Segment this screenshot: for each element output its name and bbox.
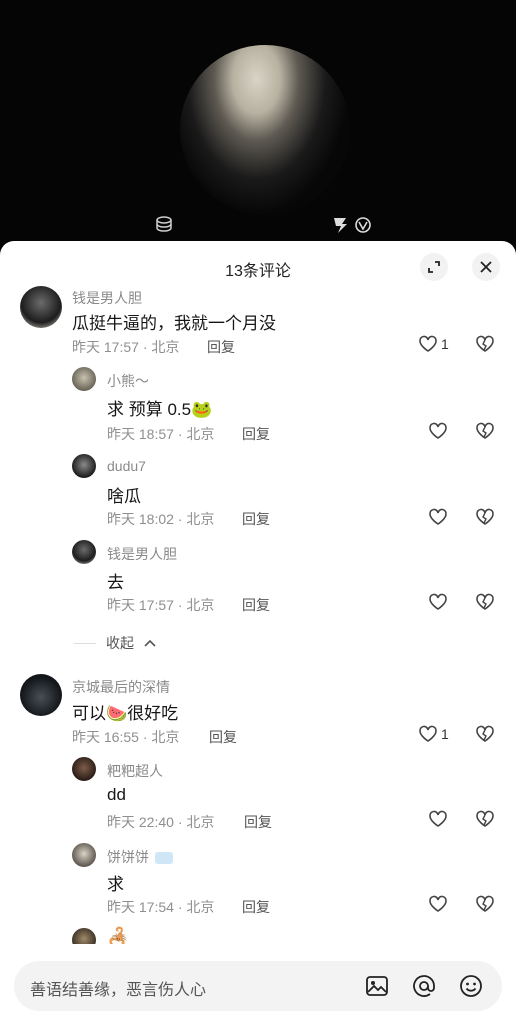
- like-button[interactable]: [428, 810, 448, 828]
- comment-text: 求: [107, 875, 124, 894]
- comment-username[interactable]: 饼饼饼: [107, 847, 173, 867]
- heart-icon: [429, 593, 447, 610]
- brand-logo-icon: [332, 216, 372, 238]
- dislike-button[interactable]: [475, 725, 495, 743]
- video-frame-object: [180, 45, 350, 215]
- image-icon[interactable]: [364, 973, 390, 999]
- dislike-button[interactable]: [475, 593, 495, 611]
- comment-time: 昨天 18:02 · 北京: [107, 511, 215, 527]
- comment-username[interactable]: 钱是男人胆: [107, 544, 177, 564]
- avatar[interactable]: [72, 454, 96, 478]
- dislike-button[interactable]: [475, 810, 495, 828]
- comment-input-bar: 善语结善缘，恶言伤人心: [0, 944, 516, 1024]
- avatar[interactable]: [20, 674, 62, 716]
- heart-icon: [429, 508, 447, 525]
- heart-icon: [419, 335, 437, 352]
- heart-icon: [419, 725, 437, 742]
- reply-button[interactable]: 回复: [244, 812, 272, 832]
- comment-username[interactable]: 粑粑超人: [107, 761, 163, 781]
- frog-emoji-icon: 🐸: [191, 400, 213, 419]
- at-icon[interactable]: [411, 973, 437, 999]
- collapse-label: 收起: [106, 635, 134, 651]
- reply-button[interactable]: 回复: [242, 595, 270, 615]
- broken-heart-icon: [476, 508, 494, 525]
- comment-text: 去: [107, 573, 124, 592]
- like-button[interactable]: 1: [418, 725, 449, 743]
- dislike-button[interactable]: [475, 895, 495, 913]
- comment-text: 啥瓜: [107, 487, 141, 506]
- snow-badge-icon: [154, 852, 173, 865]
- emoji-icon[interactable]: [458, 973, 484, 999]
- like-button[interactable]: [428, 895, 448, 913]
- like-button[interactable]: [428, 422, 448, 440]
- broken-heart-icon: [476, 895, 494, 912]
- reply-button[interactable]: 回复: [209, 727, 237, 747]
- reply-button[interactable]: 回复: [207, 337, 235, 357]
- avatar[interactable]: [72, 367, 96, 391]
- comment-username[interactable]: dudu7: [107, 458, 146, 474]
- heart-icon: [429, 895, 447, 912]
- heart-icon: [429, 422, 447, 439]
- broken-heart-icon: [476, 593, 494, 610]
- like-count: 1: [441, 726, 449, 742]
- sheet-header: 13条评论: [0, 241, 516, 291]
- comment-time: 昨天 17:54 · 北京: [107, 899, 215, 915]
- dislike-button[interactable]: [475, 335, 495, 353]
- comment-time: 昨天 17:57 · 北京: [107, 597, 215, 613]
- comment-username[interactable]: 京城最后的深情: [72, 677, 170, 697]
- avatar[interactable]: [72, 540, 96, 564]
- broken-heart-icon: [476, 725, 494, 742]
- heart-icon: [429, 810, 447, 827]
- like-button[interactable]: [428, 508, 448, 526]
- like-button[interactable]: 1: [418, 335, 449, 353]
- comment-text: 瓜挺牛逼的，我就一个月没: [72, 314, 276, 333]
- comment-time: 昨天 18:57 · 北京: [107, 426, 215, 442]
- comment-time: 昨天 16:55 · 北京: [72, 729, 180, 745]
- like-count: 1: [441, 336, 449, 352]
- comment-text: dd: [107, 785, 126, 804]
- comment-input-placeholder: 善语结善缘，恶言伤人心: [30, 982, 207, 999]
- comment-username[interactable]: 钱是男人胆: [72, 288, 142, 308]
- close-button[interactable]: [472, 253, 500, 281]
- comment-time: 昨天 17:57 · 北京: [72, 339, 180, 355]
- reply-button[interactable]: 回复: [242, 424, 270, 444]
- reply-button[interactable]: 回复: [242, 509, 270, 529]
- comment-username[interactable]: 小熊～: [107, 371, 149, 391]
- broken-heart-icon: [476, 810, 494, 827]
- like-button[interactable]: [428, 593, 448, 611]
- avatar[interactable]: [72, 843, 96, 867]
- coin-stack-icon: [155, 216, 173, 238]
- dislike-button[interactable]: [475, 508, 495, 526]
- divider: [74, 642, 96, 644]
- chevron-up-icon: [144, 639, 156, 647]
- broken-heart-icon: [476, 422, 494, 439]
- video-area[interactable]: [0, 0, 516, 250]
- expand-button[interactable]: [420, 253, 448, 281]
- avatar[interactable]: [72, 757, 96, 781]
- expand-icon: [428, 261, 440, 273]
- comment-text: 可以🍉很好吃: [72, 704, 179, 723]
- reply-button[interactable]: 回复: [242, 897, 270, 917]
- comment-time: 昨天 22:40 · 北京: [107, 814, 215, 830]
- broken-heart-icon: [476, 335, 494, 352]
- collapse-replies-button[interactable]: 收起: [74, 633, 156, 653]
- comments-sheet: 13条评论 钱是男人胆 瓜挺牛逼的，我就一个月没 昨天 17:57 · 北京 回…: [0, 241, 516, 1024]
- comment-text: 求 预算 0.5🐸: [107, 400, 213, 419]
- close-icon: [480, 261, 492, 273]
- dislike-button[interactable]: [475, 422, 495, 440]
- watermelon-emoji-icon: 🍉: [106, 704, 128, 723]
- comment-input[interactable]: 善语结善缘，恶言伤人心: [14, 961, 502, 1011]
- avatar[interactable]: [20, 286, 62, 328]
